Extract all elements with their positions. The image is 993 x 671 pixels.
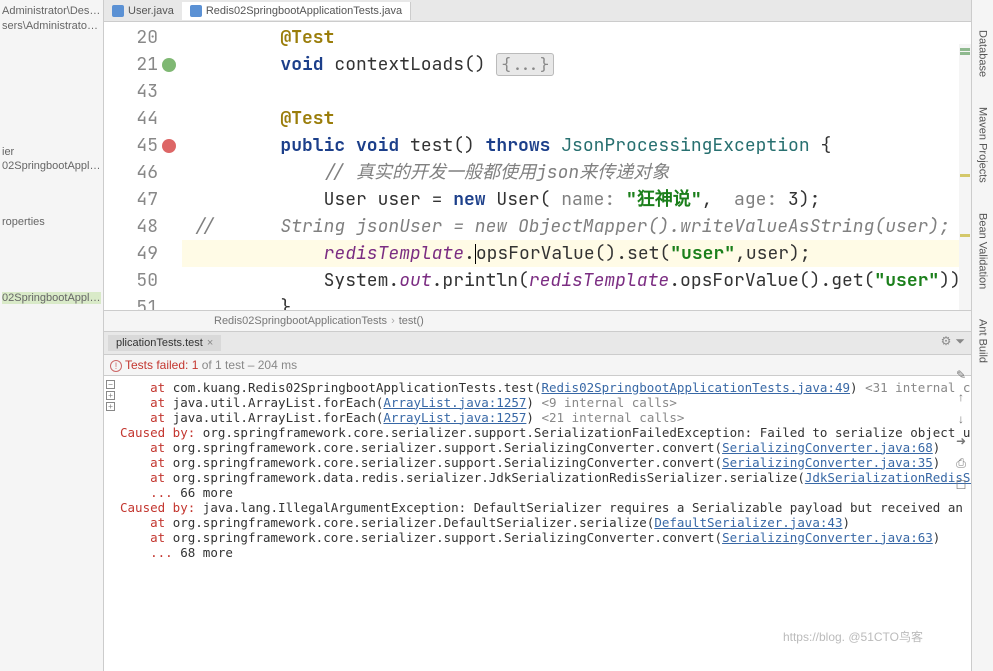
edit-icon[interactable]: ✎ bbox=[953, 368, 969, 384]
java-icon bbox=[112, 5, 124, 17]
run-tab[interactable]: plicationTests.test× bbox=[108, 335, 221, 351]
tool-maven[interactable]: Maven Projects bbox=[977, 107, 989, 183]
down-icon[interactable]: ↓ bbox=[953, 412, 969, 428]
fail-icon: ! bbox=[110, 360, 122, 372]
stack-fold-gutter[interactable]: −++ bbox=[106, 380, 115, 411]
tab-tests-java[interactable]: Redis02SpringbootApplicationTests.java bbox=[182, 2, 411, 20]
chevron-down-icon[interactable]: ⏷ bbox=[955, 334, 965, 349]
scroll-marker-strip[interactable] bbox=[959, 44, 971, 310]
java-icon bbox=[190, 5, 202, 17]
close-icon[interactable]: × bbox=[207, 337, 213, 349]
gutter-run-icon[interactable] bbox=[162, 58, 176, 72]
watermark: https://blog. @51CTO鸟客 bbox=[783, 628, 923, 645]
right-tool-bar: Database Maven Projects Bean Validation … bbox=[971, 0, 993, 671]
run-tool-tabs: plicationTests.test× ⚙⏷ bbox=[104, 332, 971, 354]
project-item[interactable]: roperties bbox=[2, 216, 101, 228]
console-output[interactable]: −++ at com.kuang.Redis02SpringbootApplic… bbox=[104, 376, 971, 671]
gutter-run-icon[interactable] bbox=[162, 139, 176, 153]
print-icon[interactable]: ⎙ bbox=[953, 456, 969, 472]
project-path-2: sers\Administrator\Desk bbox=[2, 20, 101, 32]
up-icon[interactable]: ↑ bbox=[953, 390, 969, 406]
tool-bean-validation[interactable]: Bean Validation bbox=[977, 213, 989, 289]
line-gutter[interactable]: 2021434445464748495051525354 bbox=[104, 22, 182, 310]
console-toolbar: ✎ ↑ ↓ ➜ ⎙ ☐ bbox=[953, 368, 969, 494]
test-fail-count: Tests failed: 1 bbox=[125, 358, 198, 372]
tool-ant-build[interactable]: Ant Build bbox=[977, 319, 989, 363]
project-panel[interactable]: Administrator\Desktop\狂 sers\Administrat… bbox=[0, 0, 104, 671]
tool-database[interactable]: Database bbox=[977, 30, 989, 77]
export-icon[interactable]: ➜ bbox=[953, 434, 969, 450]
project-item[interactable]: 02SpringbootApplication bbox=[2, 292, 101, 304]
project-item[interactable]: ier bbox=[2, 146, 101, 158]
wrap-icon[interactable]: ☐ bbox=[953, 478, 969, 494]
project-item[interactable]: 02SpringbootApplicatio bbox=[2, 160, 101, 172]
editor-tabs: User.java Redis02SpringbootApplicationTe… bbox=[104, 0, 971, 22]
code-area[interactable]: @Test void contextLoads() {...} @Test pu… bbox=[182, 22, 971, 310]
tab-user-java[interactable]: User.java bbox=[104, 2, 182, 20]
project-path-1: Administrator\Desktop\狂 bbox=[2, 2, 101, 18]
breadcrumb[interactable]: Redis02SpringbootApplicationTests›test() bbox=[104, 310, 971, 332]
code-editor[interactable]: 2021434445464748495051525354 @Test void … bbox=[104, 22, 971, 310]
test-status-bar: !Tests failed: 1 of 1 test – 204 ms bbox=[104, 354, 971, 376]
gear-icon[interactable]: ⚙ bbox=[941, 334, 952, 349]
